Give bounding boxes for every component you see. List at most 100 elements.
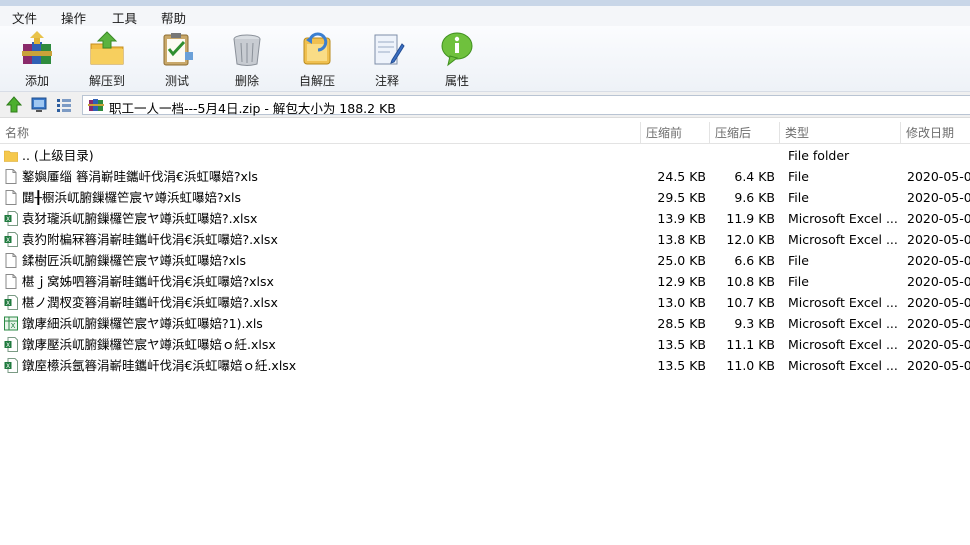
svg-text:X: X: [6, 300, 10, 307]
file-list: .. (上级目录) File folder 鐜嬩厜缁 簭涓嶄晆鑴屽伐涓€浜虹嚗婄?x…: [0, 145, 970, 376]
list-item[interactable]: 閮╂櫉浜屼腑鏁欏笀宸ヤ竴浜虹嚗婄?xls 29.5 KB 9.6 KB File 202…: [0, 187, 970, 208]
monitor-view-icon[interactable]: [30, 96, 48, 114]
file-type: Microsoft Excel ...: [788, 295, 898, 310]
list-item[interactable]: 椹ｊ窝姊呬簭涓嶄晆鑴屽伐涓€浜虹嚗婄?xlsx 12.9 KB 10.8 KB Fil…: [0, 271, 970, 292]
file-modified-date: 2020-05-04: [907, 253, 970, 268]
svg-text:X: X: [11, 322, 16, 330]
list-item[interactable]: .. (上级目录) File folder: [0, 145, 970, 166]
column-type[interactable]: 类型: [780, 122, 809, 144]
file-packed-size: 12.9 KB: [657, 274, 706, 289]
excel-old-icon: X: [4, 316, 18, 331]
file-modified-date: 2020-05-04: [907, 337, 970, 352]
file-packed-size: 13.0 KB: [657, 295, 706, 310]
file-type: Microsoft Excel ...: [788, 316, 898, 331]
zip-archive-icon: [88, 99, 104, 111]
file-modified-date: 2020-05-04: [907, 190, 970, 205]
file-name: 閮╂櫉浜屼腑鏁欏笀宸ヤ竴浜虹嚗婄?xls: [22, 190, 242, 205]
up-arrow-icon[interactable]: [5, 96, 23, 114]
toolbar: 添加 解压到 测试 删除 自解压 注释 属性: [0, 26, 970, 92]
details-view-icon[interactable]: [55, 96, 73, 114]
file-name: 鐓庨細浜屼腑鏁欏笀宸ヤ竴浜虹嚗婄?1).xls: [22, 316, 263, 331]
file-compressed-size: 10.8 KB: [726, 274, 775, 289]
file-compressed-size: 10.7 KB: [726, 295, 775, 310]
file-compressed-size: 11.1 KB: [726, 337, 775, 352]
file-packed-size: 28.5 KB: [657, 316, 706, 331]
column-size[interactable]: 压缩后: [710, 122, 751, 144]
file-icon: [5, 190, 17, 205]
extract-to-button[interactable]: 解压到: [77, 30, 137, 90]
list-item[interactable]: X 鐓庨壓浜屼腑鏁欏笀宸ヤ竴浜虹嚗婄ｏ紝.xlsx 13.5 KB 11.1 KB Mi…: [0, 334, 970, 355]
file-type: File: [788, 169, 809, 184]
list-item[interactable]: 鐜嬩厜缁 簭涓嶄晆鑴屽伐涓€浜虹嚗婄?xls 24.5 KB 6.4 KB File 2…: [0, 166, 970, 187]
file-modified-date: 2020-05-04: [907, 316, 970, 331]
file-modified-date: 2020-05-04: [907, 169, 970, 184]
file-name: 椹ｊ窝姊呬簭涓嶄晆鑴屽伐涓€浜虹嚗婄?xlsx: [22, 274, 274, 289]
file-packed-size: 13.8 KB: [657, 232, 706, 247]
menu-file[interactable]: 文件: [12, 8, 37, 27]
list-item[interactable]: X 袁犲瓏浜屼腑鏁欏笀宸ヤ竴浜虹嚗婄?.xlsx 13.9 KB 11.9 KB Mic…: [0, 208, 970, 229]
file-packed-size: 24.5 KB: [657, 169, 706, 184]
path-field[interactable]: 职工一人一档---5月4日.zip - 解包大小为 188.2 KB: [82, 95, 970, 116]
file-compressed-size: 12.0 KB: [726, 232, 775, 247]
menu-help[interactable]: 帮助: [161, 8, 186, 27]
column-packed[interactable]: 压缩前: [641, 122, 682, 144]
file-icon: [5, 253, 17, 268]
svg-text:X: X: [6, 237, 10, 244]
file-modified-date: 2020-05-04: [907, 211, 970, 226]
list-item[interactable]: X 椹ノ潤杈変簭涓嶄晆鑴屽伐涓€浜虹嚗婄?.xlsx 13.0 KB 10.7 KB M…: [0, 292, 970, 313]
file-compressed-size: 6.6 KB: [734, 253, 775, 268]
file-type: File: [788, 190, 809, 205]
file-type: Microsoft Excel ...: [788, 211, 898, 226]
file-compressed-size: 6.4 KB: [734, 169, 775, 184]
list-item[interactable]: X 鐓庨細浜屼腑鏁欏笀宸ヤ竴浜虹嚗婄?1).xls 28.5 KB 9.3 KB Mic…: [0, 313, 970, 334]
menu-bar: 文件 操作 工具 帮助: [0, 6, 970, 26]
file-packed-size: 13.5 KB: [657, 337, 706, 352]
excel-icon: X: [4, 232, 18, 247]
file-type: File: [788, 253, 809, 268]
file-name: 鍒樹匠浜屼腑鏁欏笀宸ヤ竴浜虹嚗婄?xls: [22, 253, 247, 268]
column-name[interactable]: 名称: [0, 122, 29, 144]
test-clipboard-icon: [163, 33, 193, 66]
file-modified-date: 2020-05-04: [907, 358, 970, 373]
self-extract-button[interactable]: 自解压: [287, 30, 347, 90]
comment-icon: [374, 34, 405, 65]
file-compressed-size: 9.6 KB: [734, 190, 775, 205]
file-modified-date: 2020-05-04: [907, 295, 970, 310]
add-archive-icon: [22, 31, 52, 64]
excel-icon: X: [4, 337, 18, 352]
file-compressed-size: 11.0 KB: [726, 358, 775, 373]
file-icon: [5, 169, 17, 184]
info-icon: [441, 32, 473, 67]
delete-bin-icon: [233, 34, 261, 66]
menu-tools[interactable]: 工具: [112, 8, 137, 27]
file-icon: [5, 274, 17, 289]
file-modified-date: 2020-05-04: [907, 274, 970, 289]
delete-button[interactable]: 删除: [217, 30, 277, 90]
folder-icon: [4, 150, 18, 162]
file-packed-size: 29.5 KB: [657, 190, 706, 205]
file-type: Microsoft Excel ...: [788, 337, 898, 352]
properties-button[interactable]: 属性: [427, 30, 487, 90]
file-packed-size: 13.9 KB: [657, 211, 706, 226]
excel-icon: X: [4, 295, 18, 310]
svg-text:X: X: [6, 363, 10, 370]
file-compressed-size: 9.3 KB: [734, 316, 775, 331]
column-modified[interactable]: 修改日期: [901, 122, 954, 144]
file-name: 椹ノ潤杈変簭涓嶄晆鑴屽伐涓€浜虹嚗婄?.xlsx: [22, 295, 278, 310]
test-button[interactable]: 测试: [147, 30, 207, 90]
file-packed-size: 13.5 KB: [657, 358, 706, 373]
menu-actions[interactable]: 操作: [61, 8, 86, 27]
file-type: File folder: [788, 148, 850, 163]
list-item[interactable]: 鍒樹匠浜屼腑鏁欏笀宸ヤ竴浜虹嚗婄?xls 25.0 KB 6.6 KB File 202…: [0, 250, 970, 271]
list-item[interactable]: X 袁犳附楄冧簭涓嶄晆鑴屽伐涓€浜虹嚗婄?.xlsx 13.8 KB 12.0 KB M…: [0, 229, 970, 250]
add-button[interactable]: 添加: [7, 30, 67, 90]
file-name: 袁犲瓏浜屼腑鏁欏笀宸ヤ竴浜虹嚗婄?.xlsx: [22, 211, 258, 226]
file-name: 鐓庨壓浜屼腑鏁欏笀宸ヤ竴浜虹嚗婄ｏ紝.xlsx: [22, 337, 276, 352]
file-packed-size: 25.0 KB: [657, 253, 706, 268]
list-item[interactable]: X 鐓庢櫒浜氬簭涓嶄晆鑴屽伐涓€浜虹嚗婄ｏ紝.xlsx 13.5 KB 11.0 KB…: [0, 355, 970, 376]
excel-icon: X: [4, 358, 18, 373]
comment-button[interactable]: 注释: [357, 30, 417, 90]
svg-text:X: X: [6, 216, 10, 223]
archive-path: 职工一人一档---5月4日.zip - 解包大小为 188.2 KB: [109, 101, 396, 116]
file-name: .. (上级目录): [22, 148, 94, 163]
